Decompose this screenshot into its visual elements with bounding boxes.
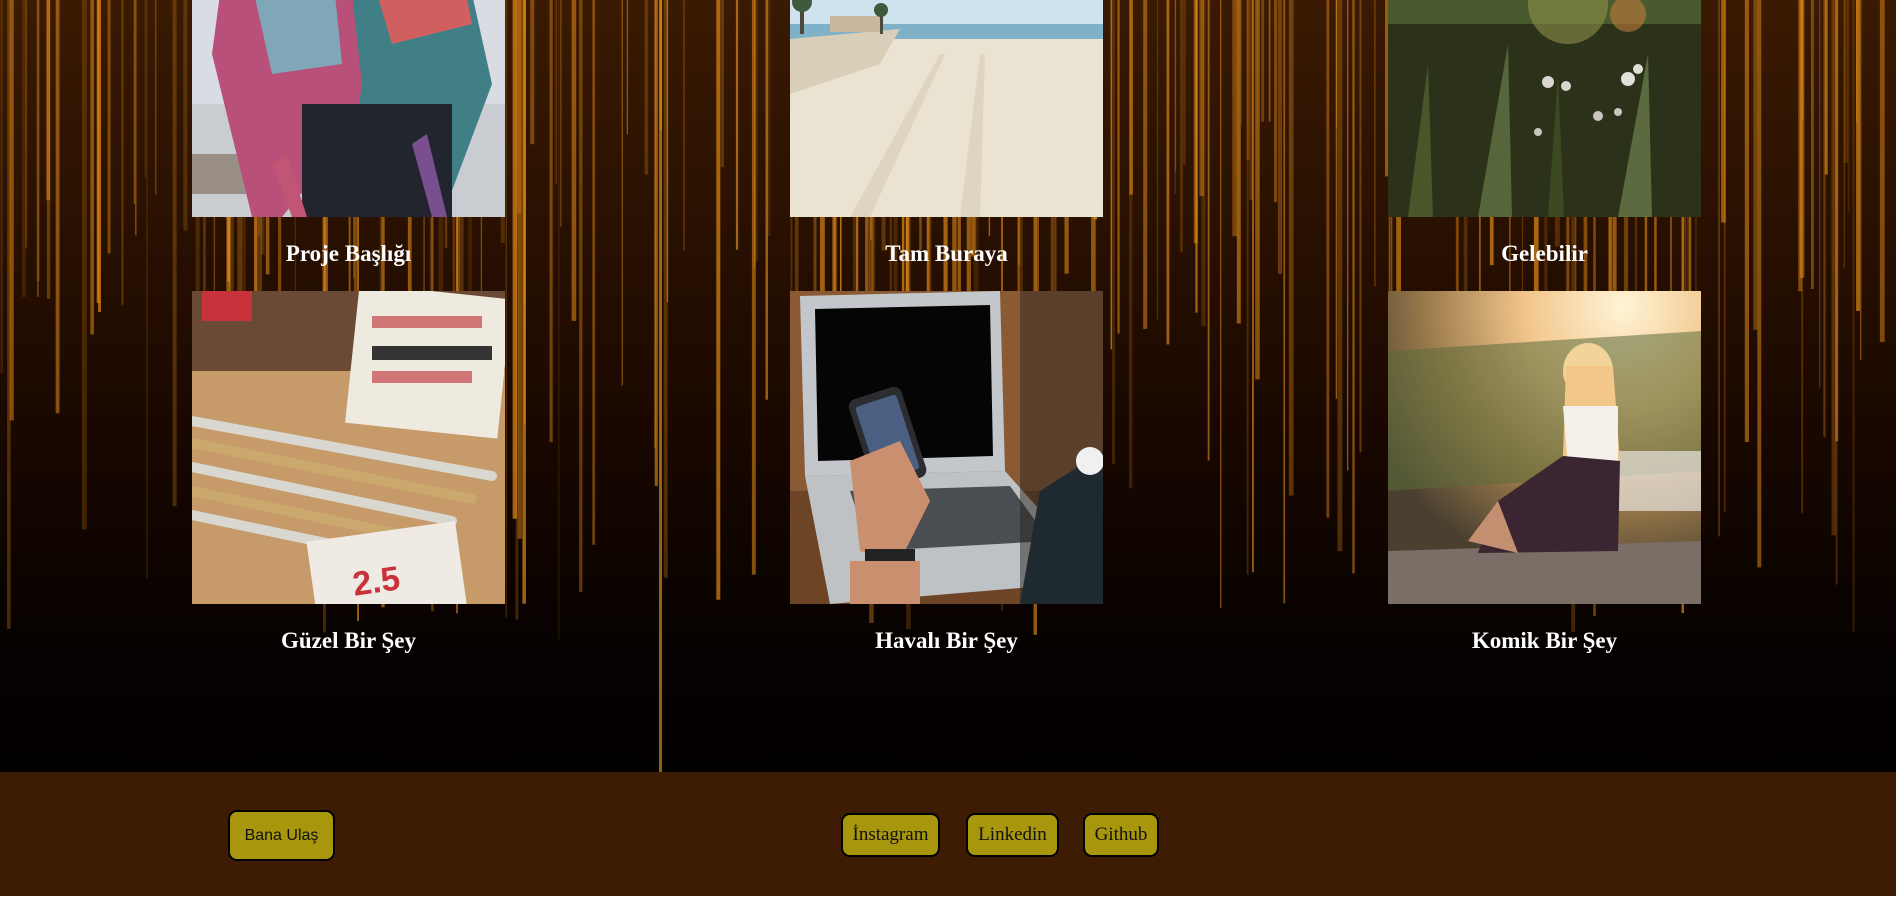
project-title: Havalı Bir Şey [875,628,1018,653]
project-title: Tam Buraya [885,241,1008,266]
rulers-photo[interactable]: 2.5 [192,291,505,604]
instagram-button[interactable]: İnstagram [841,813,940,857]
contact-button[interactable]: Bana Ulaş [228,810,335,861]
project-card[interactable]: Tam Buraya [790,0,1103,267]
project-card[interactable]: Komik Bir Şey [1388,291,1701,654]
hero-background: Proje Başlığı Tam Buraya Gelebilir 2.5 G… [0,0,1896,772]
beach-photo[interactable] [790,0,1103,217]
project-title: Gelebilir [1501,241,1588,266]
scarf-photo[interactable] [192,0,505,217]
project-card[interactable]: 2.5 Güzel Bir Şey [192,291,505,654]
laptop-phone-photo[interactable] [790,291,1103,604]
site-footer: Bana Ulaş İnstagram Linkedin Github [0,772,1896,896]
woman-sunset-photo[interactable] [1388,291,1701,604]
project-title: Güzel Bir Şey [280,628,416,653]
project-card[interactable]: Gelebilir [1388,0,1701,267]
linkedin-button[interactable]: Linkedin [966,813,1059,857]
project-title: Komik Bir Şey [1471,628,1618,653]
project-card[interactable]: Proje Başlığı [192,0,505,267]
project-grid: Proje Başlığı Tam Buraya Gelebilir 2.5 G… [0,0,1896,772]
svg-text:2.5: 2.5 [350,559,402,603]
github-button[interactable]: Github [1083,813,1159,857]
grass-photo[interactable] [1388,0,1701,217]
project-card[interactable]: Havalı Bir Şey [790,291,1103,654]
project-title: Proje Başlığı [285,241,412,266]
